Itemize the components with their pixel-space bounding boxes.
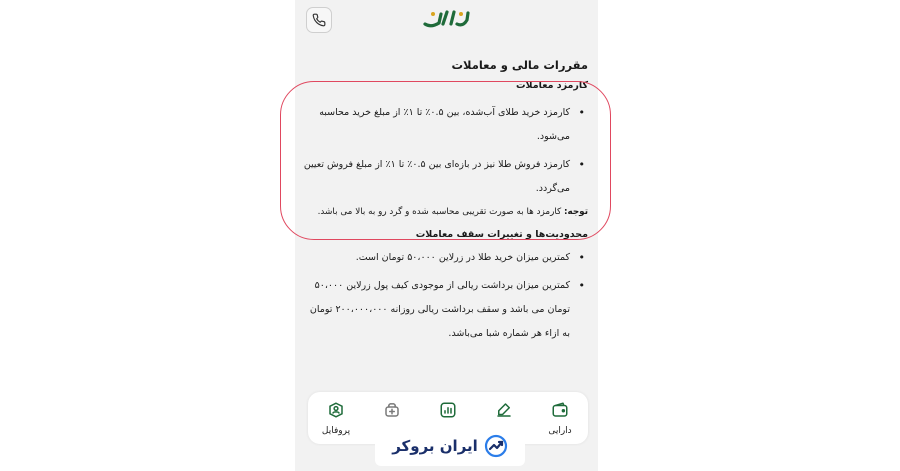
- fee-note: توجه: کارمزد ها به صورت تقریبی محاسبه شد…: [303, 207, 588, 217]
- note-text: کارمزد ها به صورت تقریبی محاسبه شده و گر…: [317, 207, 564, 217]
- iranbroker-watermark: ایران بروکر: [375, 426, 525, 466]
- profile-icon: [326, 400, 346, 420]
- nav-label-assets: دارایی: [548, 425, 572, 436]
- subsection-fees-title: کارمزد معاملات: [516, 80, 588, 91]
- chart-icon: [438, 400, 458, 420]
- nav-label-profile: پروفایل: [321, 425, 351, 436]
- limits-list: کمترین میزان خرید طلا در زرلاین ۵۰،۰۰۰ ت…: [303, 246, 588, 346]
- broker-logo-icon: [484, 434, 507, 458]
- edit-icon: [494, 400, 514, 420]
- wallet-icon: [550, 400, 570, 420]
- phone-icon: [312, 13, 326, 27]
- list-item: کارمزد فروش طلا نیز در بازه‌ای بین ۰.۵٪ …: [303, 153, 588, 201]
- gift-icon: [382, 400, 402, 420]
- nav-item-assets[interactable]: دارایی: [534, 400, 586, 437]
- section-title: مقررات مالی و معاملات: [451, 58, 588, 72]
- list-item: کارمزد خرید طلای آب‌شده، بین ۰.۵٪ تا ۱٪ …: [303, 101, 588, 149]
- app-header: [295, 0, 598, 42]
- fee-list: کارمزد خرید طلای آب‌شده، بین ۰.۵٪ تا ۱٪ …: [303, 101, 588, 201]
- list-item: کمترین میزان خرید طلا در زرلاین ۵۰،۰۰۰ ت…: [303, 246, 588, 270]
- list-item: کمترین میزان برداشت ریالی از موجودی کیف …: [303, 274, 588, 346]
- subsection-limits-title: محدودیت‌ها و تغییرات سقف معاملات: [415, 229, 588, 240]
- note-label: توجه:: [563, 207, 588, 217]
- watermark-text: ایران بروکر: [392, 437, 478, 455]
- nav-item-profile[interactable]: پروفایل: [310, 400, 362, 437]
- zarline-logo: [421, 8, 473, 30]
- call-button[interactable]: [306, 7, 332, 33]
- terms-content: مقررات مالی و معاملات کارمزد معاملات کار…: [295, 50, 598, 350]
